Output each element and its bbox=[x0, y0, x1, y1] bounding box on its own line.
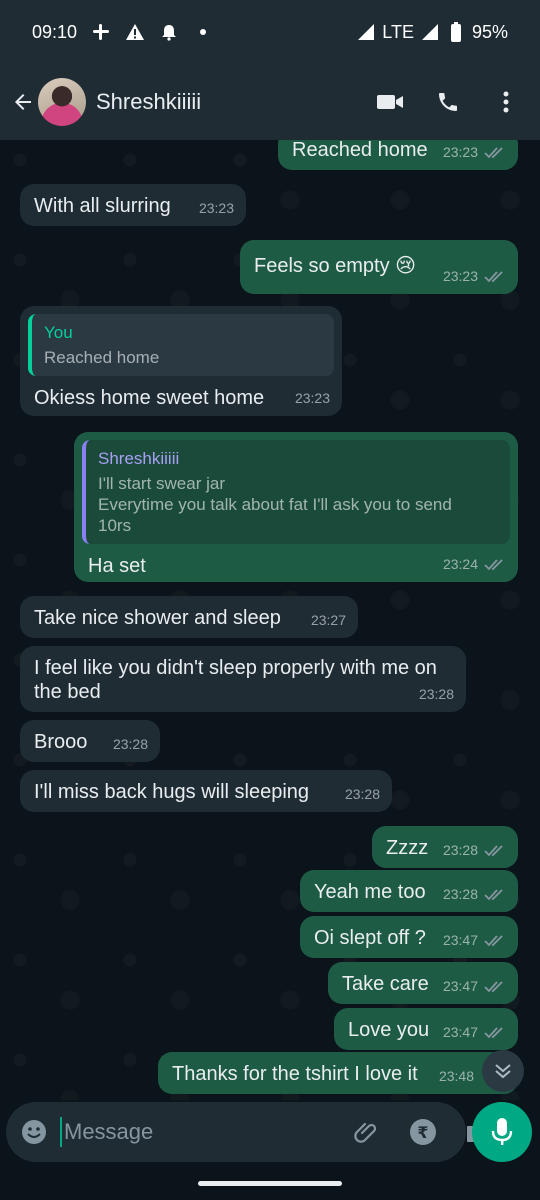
quoted-message[interactable]: You Reached home bbox=[28, 314, 334, 376]
message-time: 23:23 bbox=[294, 390, 330, 406]
message-time: 23:23 bbox=[442, 144, 478, 160]
double-check-icon bbox=[484, 271, 503, 283]
message-bubble-outgoing[interactable]: Reached home 23:23 bbox=[278, 140, 518, 170]
scroll-to-bottom-button[interactable] bbox=[482, 1050, 524, 1092]
phone-icon bbox=[439, 93, 457, 111]
message-text: Zzzz bbox=[386, 837, 429, 859]
message-bubble-outgoing[interactable]: Take care 23:47 bbox=[328, 962, 518, 1004]
message-bubble-outgoing[interactable]: Shreshkiiiii I'll start swear jar Everyt… bbox=[74, 432, 518, 582]
message-bubble-incoming[interactable]: Take nice shower and sleep 23:27 bbox=[20, 596, 358, 638]
message-time: 23:23 bbox=[198, 200, 234, 216]
status-bar: 09:10 LTE 95% bbox=[0, 0, 540, 64]
double-check-icon bbox=[484, 559, 503, 571]
status-time: 09:10 bbox=[32, 21, 78, 42]
chat-area[interactable]: Reached home 23:23 With all slurring 23:… bbox=[0, 140, 540, 1100]
message-text: Love you bbox=[348, 1019, 430, 1041]
message-text: Okiess home sweet home bbox=[34, 387, 265, 409]
quoted-author: You bbox=[44, 323, 73, 342]
message-time: 23:27 bbox=[310, 612, 346, 628]
message-text: Brooo bbox=[34, 731, 88, 753]
message-text: Thanks for the tshirt I love it bbox=[172, 1063, 418, 1085]
message-bubble-incoming[interactable]: With all slurring 23:23 bbox=[20, 184, 246, 226]
message-time: 23:47 bbox=[442, 932, 478, 948]
message-bubble-incoming[interactable]: You Reached home Okiess home sweet home … bbox=[20, 306, 342, 416]
warning-icon bbox=[125, 22, 145, 42]
message-bubble-incoming[interactable]: Brooo 23:28 bbox=[20, 720, 160, 762]
message-time: 23:28 bbox=[442, 842, 478, 858]
message-time: 23:47 bbox=[442, 978, 478, 994]
message-text: Feels so empty 😢 bbox=[254, 255, 417, 277]
message-time: 23:24 bbox=[442, 556, 478, 572]
message-time: 23:28 bbox=[112, 736, 148, 752]
message-input[interactable] bbox=[60, 1117, 352, 1147]
quoted-message[interactable]: Shreshkiiiii I'll start swear jar Everyt… bbox=[82, 440, 510, 544]
double-check-icon bbox=[484, 845, 503, 857]
message-bubble-incoming[interactable]: I'll miss back hugs will sleeping 23:28 bbox=[20, 770, 392, 812]
double-check-icon bbox=[484, 1027, 503, 1039]
signal-icon bbox=[356, 22, 376, 42]
avatar[interactable] bbox=[38, 78, 86, 126]
double-check-icon bbox=[484, 147, 503, 159]
video-camera-icon bbox=[377, 95, 403, 109]
message-composer: ₹ bbox=[6, 1102, 491, 1162]
quoted-text-line: Everytime you talk about fat I'll ask yo… bbox=[98, 495, 452, 514]
message-bubble-outgoing[interactable]: Yeah me too 23:28 bbox=[300, 870, 518, 912]
double-chevron-down-icon bbox=[495, 1064, 511, 1079]
slack-icon bbox=[91, 22, 111, 42]
message-bubble-outgoing[interactable]: Zzzz 23:28 bbox=[372, 826, 518, 868]
message-bubble-outgoing[interactable]: Feels so empty 😢 23:23 bbox=[240, 240, 518, 294]
microphone-icon bbox=[491, 1118, 513, 1145]
message-time: 23:47 bbox=[442, 1024, 478, 1040]
arrow-left-icon bbox=[15, 94, 31, 110]
voice-message-button[interactable] bbox=[472, 1102, 532, 1162]
message-bubble-incoming[interactable]: I feel like you didn't sleep properly wi… bbox=[20, 646, 466, 712]
message-text: Take nice shower and sleep bbox=[34, 607, 281, 629]
more-options-button[interactable] bbox=[492, 88, 520, 116]
emoji-icon bbox=[22, 1120, 46, 1144]
payment-button[interactable]: ₹ bbox=[408, 1117, 438, 1147]
message-text: Yeah me too bbox=[314, 881, 426, 903]
battery-level: 95% bbox=[471, 21, 508, 42]
paperclip-icon bbox=[354, 1122, 377, 1143]
double-check-icon bbox=[484, 935, 503, 947]
message-text: With all slurring bbox=[34, 195, 171, 217]
double-check-icon bbox=[484, 889, 503, 901]
message-text: Oi slept off ? bbox=[314, 927, 426, 949]
svg-text:₹: ₹ bbox=[417, 1123, 428, 1142]
message-text: I'll miss back hugs will sleeping bbox=[34, 781, 310, 803]
kebab-menu-icon bbox=[503, 91, 509, 113]
battery-icon bbox=[446, 22, 466, 42]
quoted-text: Reached home bbox=[44, 348, 160, 367]
message-time: 23:48 bbox=[438, 1068, 474, 1084]
back-button[interactable] bbox=[10, 82, 36, 122]
attach-button[interactable] bbox=[352, 1117, 382, 1147]
video-call-button[interactable] bbox=[376, 88, 404, 116]
voice-call-button[interactable] bbox=[434, 88, 462, 116]
quoted-text-line: 10rs bbox=[98, 516, 132, 535]
quoted-author: Shreshkiiiii bbox=[98, 449, 180, 468]
message-time: 23:23 bbox=[442, 268, 478, 284]
network-type: LTE bbox=[382, 21, 414, 42]
message-text-line: I feel like you didn't sleep properly wi… bbox=[34, 657, 437, 679]
message-bubble-outgoing[interactable]: Thanks for the tshirt I love it 23:48 bbox=[158, 1052, 518, 1094]
message-time: 23:28 bbox=[418, 686, 454, 702]
message-text: Reached home bbox=[292, 140, 428, 161]
message-text-line: the bed bbox=[34, 681, 101, 703]
message-time: 23:28 bbox=[344, 786, 380, 802]
message-bubble-outgoing[interactable]: Oi slept off ? 23:47 bbox=[300, 916, 518, 958]
emoji-button[interactable] bbox=[20, 1117, 48, 1147]
signal-icon-2 bbox=[420, 22, 440, 42]
quoted-text-line: I'll start swear jar bbox=[98, 474, 225, 493]
dot-icon bbox=[193, 22, 213, 42]
message-text: Ha set bbox=[88, 555, 146, 577]
message-bubble-outgoing[interactable]: Love you 23:47 bbox=[334, 1008, 518, 1050]
rupee-icon: ₹ bbox=[410, 1119, 436, 1145]
double-check-icon bbox=[484, 981, 503, 993]
home-indicator[interactable] bbox=[198, 1181, 342, 1186]
notification-bell-icon bbox=[159, 22, 179, 42]
contact-name[interactable]: Shreshkiiiii bbox=[96, 89, 376, 115]
message-text: Take care bbox=[342, 973, 429, 995]
chat-header: Shreshkiiiii bbox=[0, 64, 540, 140]
message-time: 23:28 bbox=[442, 886, 478, 902]
